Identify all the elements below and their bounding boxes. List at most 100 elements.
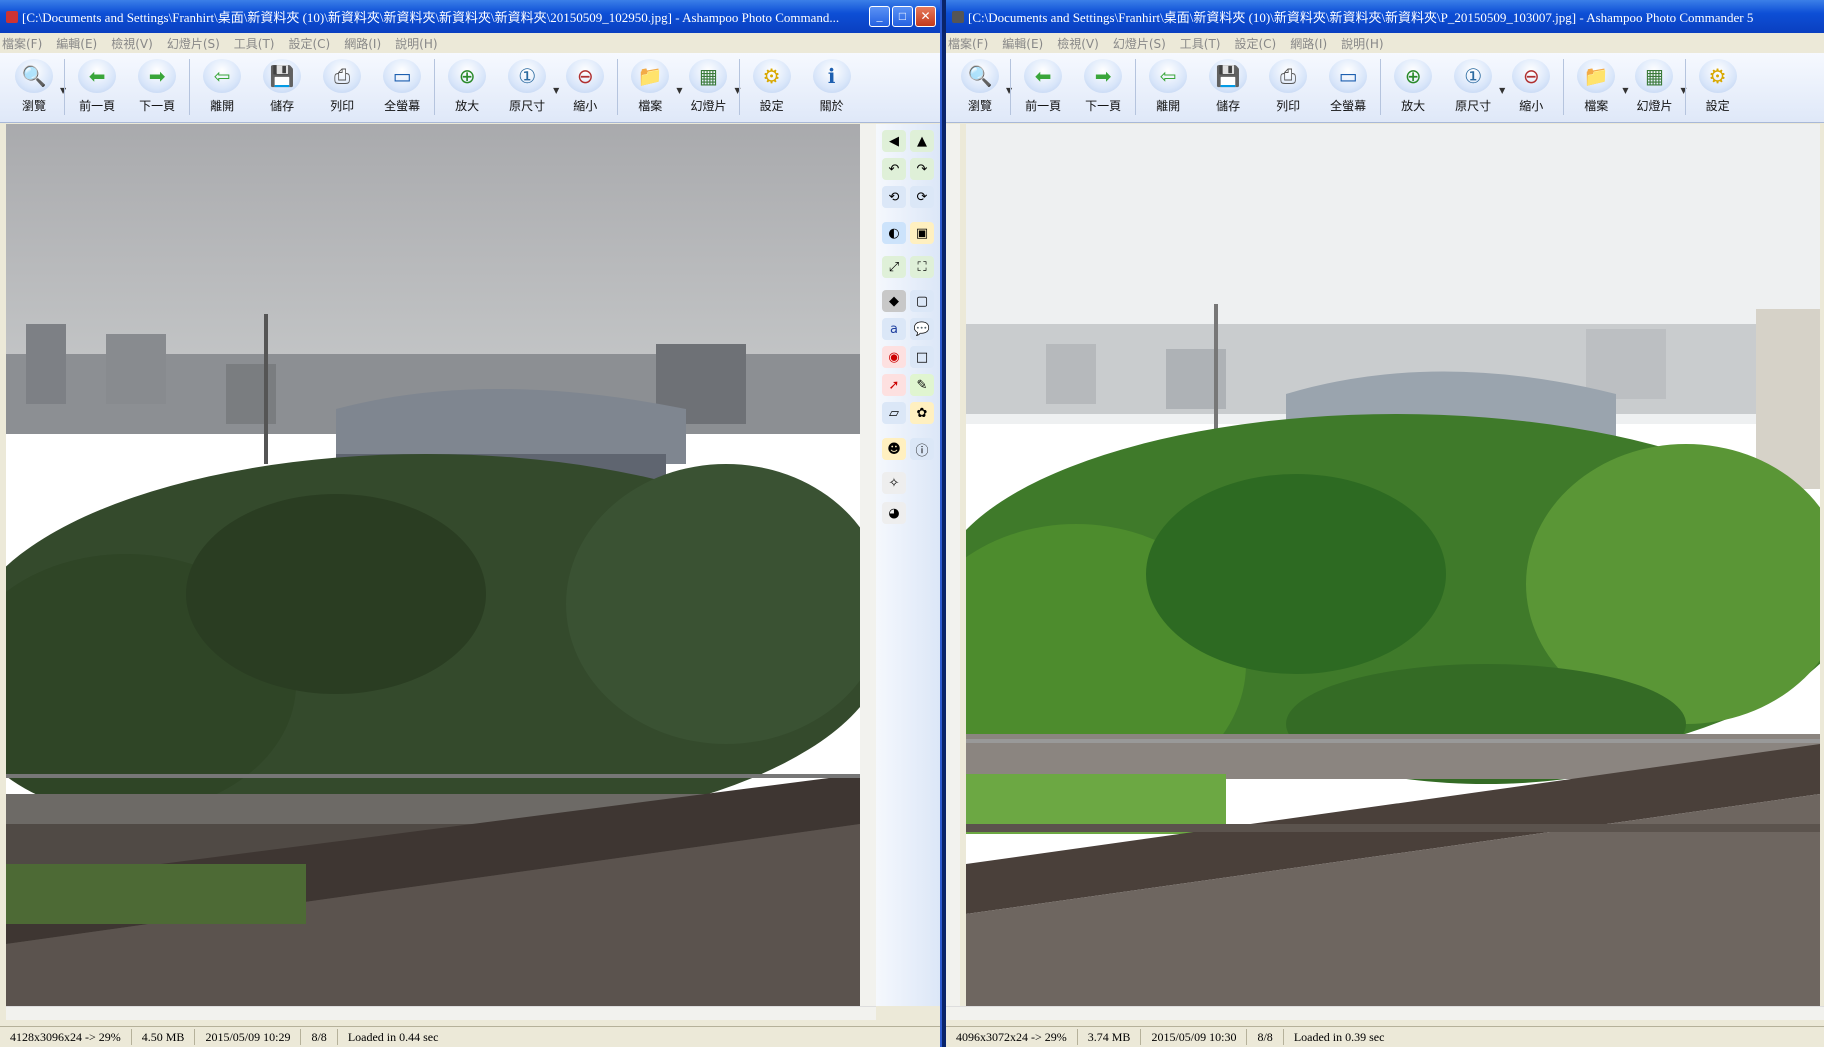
menu-item[interactable]: 工具(T) <box>1180 35 1221 52</box>
toolbar-button-slideshow[interactable]: ▦ 幻燈片 <box>678 59 738 113</box>
toolbar-button-label: 下一頁 <box>139 99 176 113</box>
left-vertical-scrollbar[interactable] <box>860 124 876 1006</box>
left-statusbar: 4128x3096x24 -> 29% 4.50 MB 2015/05/09 1… <box>0 1026 940 1047</box>
toolbar-button-zoom-out[interactable]: ⊖ 縮小 <box>1501 59 1561 113</box>
menu-item[interactable]: 檢視(V) <box>111 35 153 52</box>
toolbar-button-file[interactable]: 📁 檔案 <box>620 59 680 113</box>
menu-item[interactable]: 網路(I) <box>344 35 381 52</box>
toolbar-button-zoom-out[interactable]: ⊖ 縮小 <box>555 59 615 113</box>
text-icon[interactable]: a <box>882 318 906 340</box>
cursor-icon[interactable]: ➚ <box>882 374 906 396</box>
minimize-button[interactable]: _ <box>869 6 890 27</box>
dropdown-arrow-icon[interactable]: ▼ <box>1006 86 1012 95</box>
maximize-button[interactable]: □ <box>892 6 913 27</box>
toolbar-button-arrow-right[interactable]: ➡ 下一頁 <box>127 59 187 113</box>
toolbar-button-slideshow[interactable]: ▦ 幻燈片 <box>1624 59 1684 113</box>
dropdown-arrow-icon[interactable]: ▼ <box>1680 86 1686 95</box>
toolbar-button-settings[interactable]: ⚙ 設定 <box>1688 59 1748 113</box>
toolbar-separator <box>64 59 66 115</box>
right-titlebar[interactable]: [C:\Documents and Settings\Franhirt\桌面\新… <box>946 0 1824 33</box>
toolbar-button-zoom-in[interactable]: ⊕ 放大 <box>437 59 497 113</box>
menu-item[interactable]: 設定(C) <box>1235 35 1277 52</box>
toolbar-button-fullscreen[interactable]: ▭ 全螢幕 <box>1318 59 1378 113</box>
rotate-left-icon[interactable]: ↶ <box>882 158 906 180</box>
zoom-out-icon: ⊖ <box>566 59 605 93</box>
menu-item[interactable]: 檢視(V) <box>1057 35 1099 52</box>
rotate-180-icon[interactable]: ⟲ <box>882 186 906 208</box>
toolbar-button-browse[interactable]: 🔍 瀏覽 <box>950 59 1010 113</box>
toolbar-button-exit[interactable]: ⇦ 離開 <box>1138 59 1198 113</box>
right-image-view[interactable] <box>966 124 1820 1006</box>
menu-item[interactable]: 編輯(E) <box>1002 35 1043 52</box>
resize-icon[interactable]: ⤢ <box>882 256 906 278</box>
image-dimensions: 4128x3096x24 -> 29% <box>0 1029 132 1045</box>
flip-vertical-icon[interactable]: ▲ <box>910 130 934 152</box>
stamp-icon[interactable]: ◆ <box>882 290 906 312</box>
toolbar-separator <box>1684 59 1686 115</box>
menu-item[interactable]: 檔案(F) <box>2 35 42 52</box>
pencil-icon[interactable]: ✎ <box>910 374 934 396</box>
red-eye-icon[interactable]: ◉ <box>882 346 906 368</box>
menu-item[interactable]: 說明(H) <box>1341 35 1383 52</box>
fit-icon[interactable]: ⛶ <box>910 256 934 278</box>
toolbar-separator <box>434 59 436 115</box>
menu-item[interactable]: 設定(C) <box>289 35 331 52</box>
rotate-right-icon[interactable]: ↷ <box>910 158 934 180</box>
effects-icon[interactable]: ✿ <box>910 402 934 424</box>
right-horizontal-scrollbar[interactable] <box>946 1006 1824 1020</box>
left-horizontal-scrollbar[interactable] <box>6 1006 876 1020</box>
right-vertical-scrollbar[interactable] <box>946 124 960 1006</box>
zoom-out-icon: ⊖ <box>1512 59 1551 93</box>
close-button[interactable]: ✕ <box>915 6 936 27</box>
arrow-left-icon: ⬅ <box>78 59 117 93</box>
settings-small-icon[interactable]: ☻ <box>882 438 906 460</box>
toolbar-button-label: 瀏覽 <box>967 99 992 113</box>
toolbar-button-browse[interactable]: 🔍 瀏覽 <box>4 59 64 113</box>
left-menubar: 檔案(F) 編輯(E) 檢視(V) 幻燈片(S) 工具(T) 設定(C) 網路(I) 說明(H… <box>0 33 940 53</box>
toolbar-button-info[interactable]: ℹ 關於 <box>802 59 862 113</box>
menu-item[interactable]: 工具(T) <box>234 35 275 52</box>
rectangle-icon[interactable]: □ <box>910 346 934 368</box>
toolbar-button-file[interactable]: 📁 檔案 <box>1566 59 1626 113</box>
toolbar-button-label: 幻燈片 <box>690 99 727 113</box>
menu-item[interactable]: 幻燈片(S) <box>1113 35 1166 52</box>
toolbar-separator <box>738 59 740 115</box>
left-image-view[interactable] <box>6 124 860 1006</box>
magic-wand-icon[interactable]: ✧ <box>882 472 906 494</box>
toolbar-button-print[interactable]: ⎙ 列印 <box>1258 59 1318 113</box>
toolbar-button-label: 縮小 <box>573 99 598 113</box>
image-index: 8/8 <box>301 1029 338 1045</box>
eraser-icon[interactable]: ▱ <box>882 402 906 424</box>
toolbar-button-settings[interactable]: ⚙ 設定 <box>742 59 802 113</box>
toolbar-button-save[interactable]: 💾 儲存 <box>1198 59 1258 113</box>
toolbar-button-original-size[interactable]: ① 原尺寸 <box>497 59 557 113</box>
menu-item[interactable]: 網路(I) <box>1290 35 1327 52</box>
dropdown-arrow-icon[interactable]: ▼ <box>60 86 66 95</box>
image-frame-icon[interactable]: ▣ <box>910 222 934 244</box>
toolbar-button-print[interactable]: ⎙ 列印 <box>312 59 372 113</box>
color-drop-icon[interactable]: ◐ <box>882 222 906 244</box>
toolbar-button-arrow-right[interactable]: ➡ 下一頁 <box>1073 59 1133 113</box>
left-titlebar[interactable]: [C:\Documents and Settings\Franhirt\桌面\新… <box>0 0 940 33</box>
flip-horizontal-icon[interactable]: ◀ <box>882 130 906 152</box>
toolbar-button-save[interactable]: 💾 儲存 <box>252 59 312 113</box>
toolbar-button-arrow-left[interactable]: ⬅ 前一頁 <box>1013 59 1073 113</box>
select-icon[interactable]: ▢ <box>910 290 934 312</box>
dropdown-arrow-icon[interactable]: ▼ <box>734 86 740 95</box>
toolbar-button-exit[interactable]: ⇦ 離開 <box>192 59 252 113</box>
info-small-icon[interactable]: ⓘ <box>910 438 934 460</box>
menu-item[interactable]: 檔案(F) <box>948 35 988 52</box>
menu-item[interactable]: 編輯(E) <box>56 35 97 52</box>
speech-bubble-icon[interactable]: 💬 <box>910 318 934 340</box>
toolbar-button-fullscreen[interactable]: ▭ 全螢幕 <box>372 59 432 113</box>
toolbar-button-arrow-left[interactable]: ⬅ 前一頁 <box>67 59 127 113</box>
right-toolbar: 🔍 瀏覽 ▼ ⬅ 前一頁 ➡ 下一頁 ⇦ 離開 💾 儲存 ⎙ 列印 ▭ 全螢幕 ⊕ 放大 ① 原尺寸 ▼ ⊖ 縮小 📁 檔案 ▼… <box>946 53 1824 123</box>
menu-item[interactable]: 幻燈片(S) <box>167 35 220 52</box>
menu-item[interactable]: 說明(H) <box>395 35 437 52</box>
rotate-reset-icon[interactable]: ⟳ <box>910 186 934 208</box>
fullscreen-icon: ▭ <box>1329 59 1368 93</box>
toolbar-button-label: 幻燈片 <box>1636 99 1673 113</box>
toolbar-button-original-size[interactable]: ① 原尺寸 <box>1443 59 1503 113</box>
color-palette-icon[interactable]: ◕ <box>882 502 906 524</box>
toolbar-button-zoom-in[interactable]: ⊕ 放大 <box>1383 59 1443 113</box>
